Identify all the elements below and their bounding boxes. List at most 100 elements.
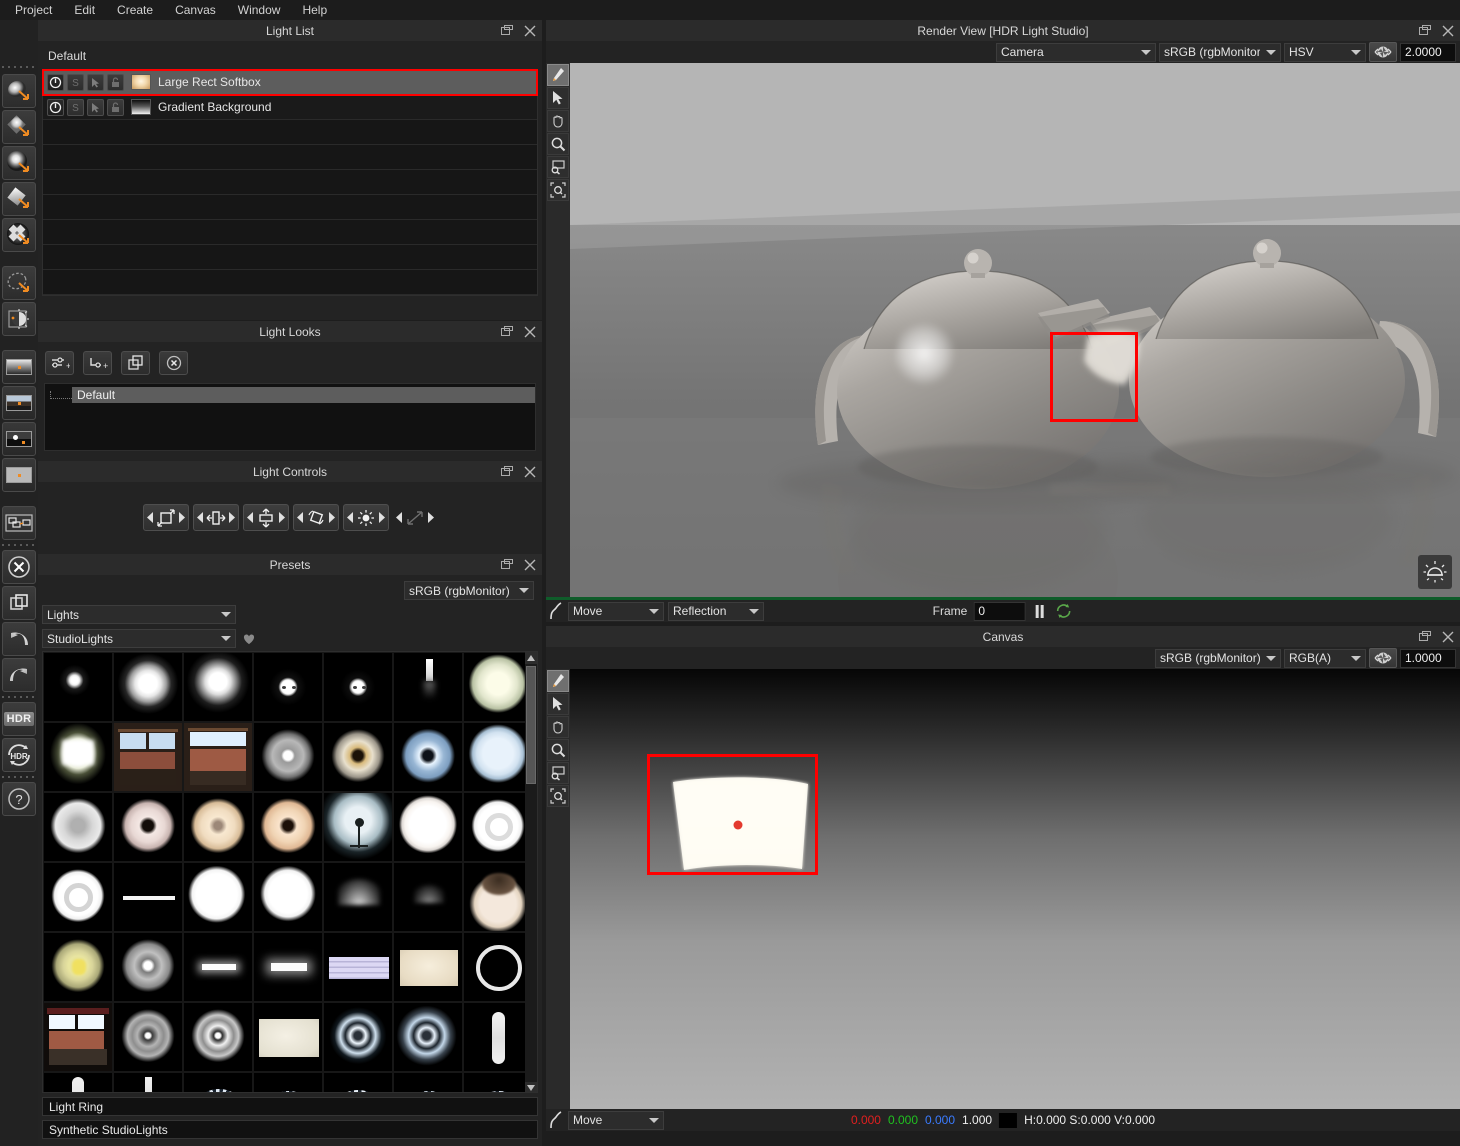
preset-thumbnail[interactable] bbox=[253, 932, 323, 1002]
canvas-exposure-field[interactable]: 1.0000 bbox=[1400, 648, 1456, 668]
undock-icon[interactable] bbox=[501, 465, 513, 478]
left-arrow-icon[interactable] bbox=[247, 512, 254, 523]
select-tool[interactable] bbox=[547, 693, 569, 715]
undock-icon[interactable] bbox=[1419, 630, 1431, 643]
undock-icon[interactable] bbox=[501, 558, 513, 571]
right-arrow-icon[interactable] bbox=[328, 512, 335, 523]
width-control[interactable] bbox=[193, 504, 239, 531]
presets-scrollbar[interactable] bbox=[525, 652, 537, 1092]
preset-thumbnail[interactable] bbox=[253, 652, 323, 722]
preset-thumbnail[interactable] bbox=[43, 862, 113, 932]
rotate-control[interactable] bbox=[293, 504, 339, 531]
flat-background-icon[interactable] bbox=[2, 458, 36, 492]
right-arrow-icon[interactable] bbox=[427, 512, 434, 523]
preset-thumbnail[interactable] bbox=[43, 722, 113, 792]
zoom-region-tool[interactable] bbox=[547, 156, 569, 178]
presets-collection-select[interactable]: StudioLights bbox=[42, 629, 236, 648]
scroll-down-icon[interactable] bbox=[525, 1082, 537, 1092]
undo-icon[interactable] bbox=[2, 622, 36, 656]
preset-thumbnail[interactable] bbox=[253, 862, 323, 932]
left-arrow-icon[interactable] bbox=[396, 512, 403, 523]
close-icon[interactable] bbox=[524, 559, 536, 571]
lighting-toggle-icon[interactable] bbox=[1418, 555, 1452, 589]
undock-icon[interactable] bbox=[501, 325, 513, 338]
preset-thumbnail[interactable] bbox=[113, 722, 183, 792]
preset-thumbnail[interactable] bbox=[113, 932, 183, 1002]
canvas-colorspace-select[interactable]: sRGB (rgbMonitor) bbox=[1155, 648, 1281, 668]
right-arrow-icon[interactable] bbox=[278, 512, 285, 523]
render-channel-select[interactable]: HSV bbox=[1284, 42, 1366, 62]
gradient-background-icon[interactable] bbox=[2, 350, 36, 384]
menu-item-edit[interactable]: Edit bbox=[63, 1, 106, 19]
half-sun-light-icon[interactable] bbox=[2, 302, 36, 336]
preset-thumbnail[interactable] bbox=[43, 792, 113, 862]
brightness-control[interactable] bbox=[343, 504, 389, 531]
menu-item-create[interactable]: Create bbox=[106, 1, 164, 19]
solo-toggle-icon[interactable]: S bbox=[67, 98, 84, 116]
preset-thumbnail[interactable] bbox=[113, 1002, 183, 1072]
preset-thumbnail[interactable] bbox=[463, 932, 533, 1002]
menu-item-help[interactable]: Help bbox=[291, 1, 338, 19]
preset-thumbnail[interactable] bbox=[323, 722, 393, 792]
close-icon[interactable] bbox=[524, 466, 536, 478]
preset-thumbnail[interactable] bbox=[463, 1002, 533, 1072]
preset-thumbnail[interactable] bbox=[393, 1072, 463, 1092]
preset-thumbnail[interactable] bbox=[183, 1002, 253, 1072]
light-looks-list[interactable]: Default bbox=[44, 383, 536, 451]
lock-toggle-icon[interactable] bbox=[107, 98, 124, 116]
preset-thumbnail[interactable] bbox=[463, 652, 533, 722]
hdr-load-icon[interactable]: HDR bbox=[2, 702, 36, 736]
canvas-channel-select[interactable]: RGB(A) bbox=[1284, 648, 1366, 668]
left-arrow-icon[interactable] bbox=[297, 512, 304, 523]
table-row[interactable]: S Gradient Background bbox=[43, 95, 537, 120]
menu-item-project[interactable]: Project bbox=[4, 1, 63, 19]
paint-tool[interactable] bbox=[547, 64, 569, 86]
delete-look-button[interactable] bbox=[159, 351, 188, 375]
left-arrow-icon[interactable] bbox=[147, 512, 154, 523]
blurred-light-icon[interactable] bbox=[2, 146, 36, 180]
preset-thumbnail[interactable] bbox=[183, 722, 253, 792]
selected-preset-field[interactable]: Light Ring bbox=[42, 1097, 538, 1116]
preset-thumbnail[interactable] bbox=[113, 652, 183, 722]
redo-icon[interactable] bbox=[2, 658, 36, 692]
hdri-background-icon[interactable] bbox=[2, 386, 36, 420]
preset-thumbnail[interactable] bbox=[43, 1002, 113, 1072]
fit-tool[interactable] bbox=[547, 785, 569, 807]
preset-thumbnail[interactable] bbox=[393, 1002, 463, 1072]
duplicate-light-icon[interactable] bbox=[2, 586, 36, 620]
close-icon[interactable] bbox=[524, 326, 536, 338]
render-colorspace-select[interactable]: sRGB (rgbMonitor) bbox=[1159, 42, 1281, 62]
preset-thumbnail[interactable] bbox=[393, 722, 463, 792]
flat-diamond-light-icon[interactable] bbox=[2, 182, 36, 216]
frame-field[interactable]: 0 bbox=[973, 601, 1026, 621]
pan-tool[interactable] bbox=[547, 110, 569, 132]
preset-thumbnail[interactable] bbox=[393, 862, 463, 932]
duplicate-look-button[interactable] bbox=[121, 351, 150, 375]
preset-thumbnail[interactable] bbox=[463, 792, 533, 862]
preset-thumbnail[interactable] bbox=[183, 792, 253, 862]
render-exposure-field[interactable]: 2.0000 bbox=[1400, 42, 1456, 62]
zoom-tool[interactable] bbox=[547, 739, 569, 761]
presets-category-select[interactable]: Lights bbox=[42, 605, 236, 624]
right-arrow-icon[interactable] bbox=[178, 512, 185, 523]
preset-thumbnail[interactable] bbox=[323, 652, 393, 722]
delete-light-icon[interactable] bbox=[2, 550, 36, 584]
preset-thumbnail[interactable] bbox=[253, 1072, 323, 1092]
zoom-tool[interactable] bbox=[547, 133, 569, 155]
group-lights-icon[interactable] bbox=[2, 506, 36, 540]
undock-icon[interactable] bbox=[1419, 24, 1431, 37]
presets-colorspace-select[interactable]: sRGB (rgbMonitor) bbox=[404, 581, 534, 600]
menu-item-window[interactable]: Window bbox=[227, 1, 292, 19]
table-row[interactable]: S Large Rect Softbox bbox=[42, 69, 538, 96]
preset-thumbnail[interactable] bbox=[113, 792, 183, 862]
fit-tool[interactable] bbox=[547, 179, 569, 201]
undock-icon[interactable] bbox=[501, 24, 513, 37]
curve-icon[interactable] bbox=[548, 1111, 564, 1129]
preset-thumbnail[interactable] bbox=[43, 652, 113, 722]
left-arrow-icon[interactable] bbox=[197, 512, 204, 523]
right-arrow-icon[interactable] bbox=[378, 512, 385, 523]
preset-thumbnail[interactable] bbox=[183, 862, 253, 932]
zoom-region-tool[interactable] bbox=[547, 762, 569, 784]
lock-toggle-icon[interactable] bbox=[107, 73, 124, 91]
left-arrow-icon[interactable] bbox=[347, 512, 354, 523]
